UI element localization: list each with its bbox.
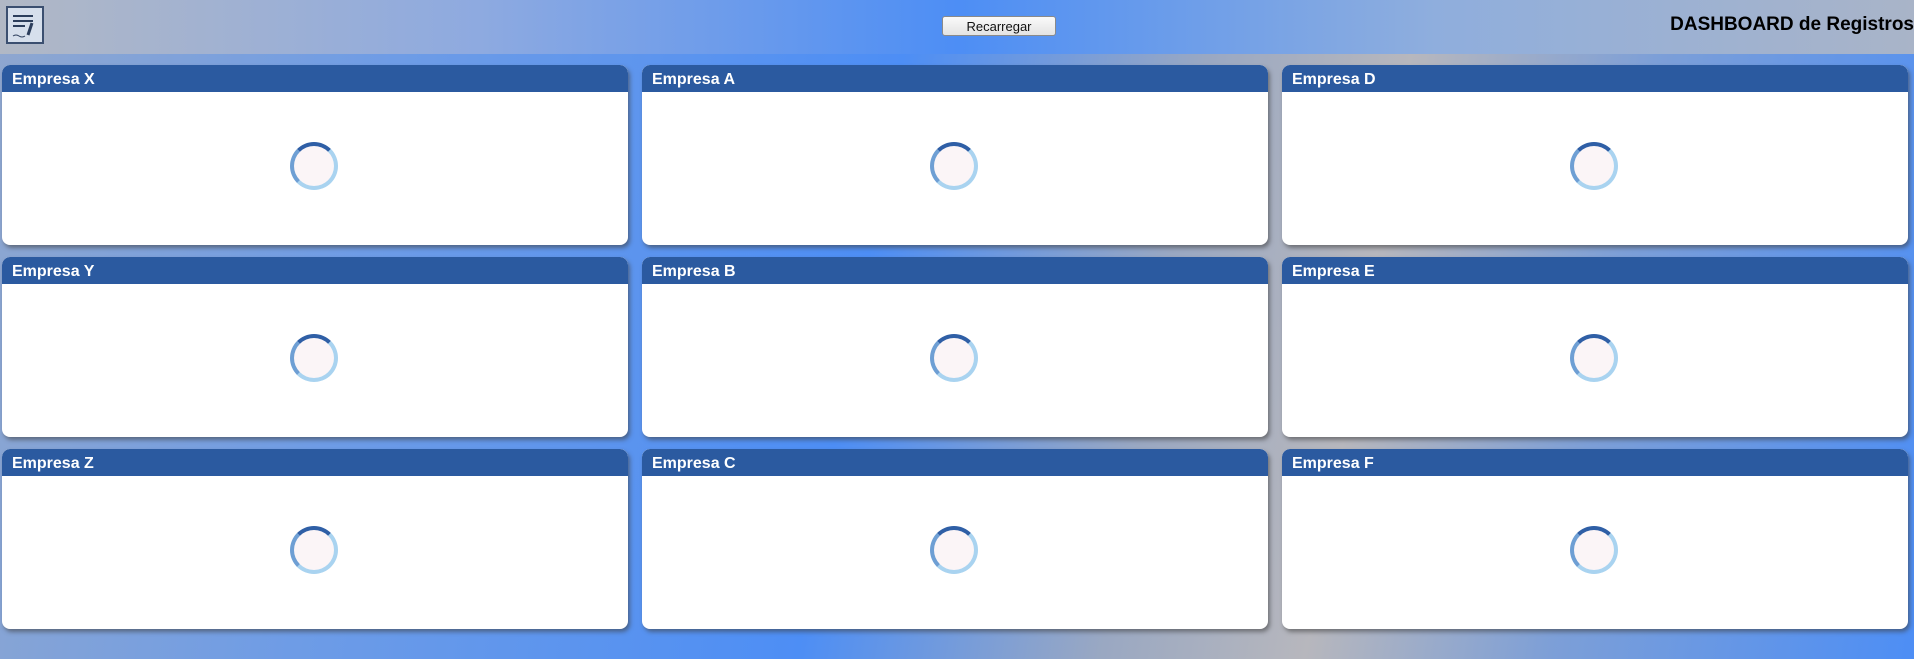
card-title: Empresa X xyxy=(2,65,628,92)
loading-spinner-icon xyxy=(1570,334,1618,382)
company-card: Empresa D xyxy=(1282,65,1908,245)
company-card: Empresa E xyxy=(1282,257,1908,437)
card-title: Empresa A xyxy=(642,65,1268,92)
card-title: Empresa F xyxy=(1282,449,1908,476)
card-title: Empresa E xyxy=(1282,257,1908,284)
card-title: Empresa D xyxy=(1282,65,1908,92)
loading-spinner-icon xyxy=(930,142,978,190)
company-card: Empresa B xyxy=(642,257,1268,437)
card-title: Empresa C xyxy=(642,449,1268,476)
company-card: Empresa C xyxy=(642,449,1268,629)
card-title: Empresa Y xyxy=(2,257,628,284)
loading-spinner-icon xyxy=(290,142,338,190)
company-card: Empresa F xyxy=(1282,449,1908,629)
loading-spinner-icon xyxy=(930,334,978,382)
company-card: Empresa Y xyxy=(2,257,628,437)
loading-spinner-icon xyxy=(1570,142,1618,190)
loading-spinner-icon xyxy=(930,526,978,574)
company-card: Empresa Z xyxy=(2,449,628,629)
loading-spinner-icon xyxy=(290,334,338,382)
company-card: Empresa X xyxy=(2,65,628,245)
loading-spinner-icon xyxy=(1570,526,1618,574)
card-title: Empresa Z xyxy=(2,449,628,476)
company-card: Empresa A xyxy=(642,65,1268,245)
card-title: Empresa B xyxy=(642,257,1268,284)
company-grid: Empresa X Empresa A Empresa D Empresa Y … xyxy=(0,0,1914,659)
loading-spinner-icon xyxy=(290,526,338,574)
